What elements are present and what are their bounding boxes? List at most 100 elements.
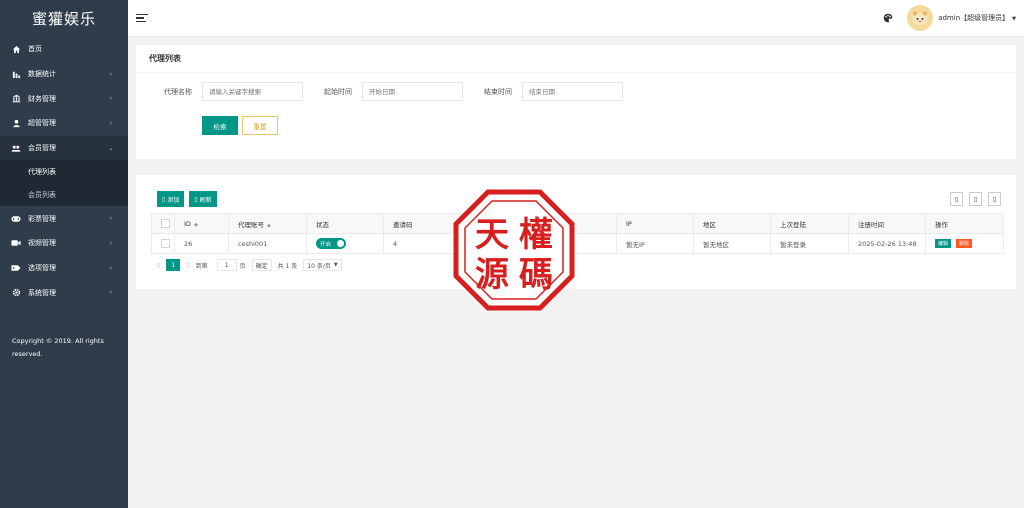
- refresh-button[interactable]: ▯ 刷新: [189, 191, 217, 207]
- sidebar-item-label: 视频管理: [28, 239, 56, 248]
- end-date-input[interactable]: [522, 82, 623, 101]
- prev-page-icon[interactable]: ▯: [157, 262, 160, 269]
- th-account[interactable]: 代理账号 ◆: [228, 213, 307, 234]
- cell-id: 26: [174, 233, 229, 254]
- bar-chart-icon: [11, 69, 21, 79]
- start-date-input[interactable]: [362, 82, 463, 101]
- cell-status: 开启: [306, 233, 384, 254]
- th-region: 地区: [693, 213, 771, 234]
- page-label: 页: [239, 262, 246, 270]
- header-right: admin【超级管理员】 ▼: [883, 5, 1016, 31]
- next-page-icon[interactable]: ▯: [186, 262, 189, 269]
- select-all-checkbox[interactable]: [161, 219, 170, 228]
- table-toolbar: ▯ 添加 ▯ 刷新: [157, 191, 222, 207]
- sort-icon[interactable]: ◆: [267, 223, 271, 229]
- sidebar-item-statistics[interactable]: 数据统计 ›: [0, 62, 128, 87]
- table-row: 26 ceshi001 开启 4 4 分组 暂无IP 暂无地区 暂未登录 202…: [151, 233, 1004, 254]
- sidebar: 蜜獾娱乐 首页 数据统计 › 财务管理 › 超管管理 › 会员管理 ⌄ 代理列表…: [0, 0, 128, 508]
- sidebar-item-members[interactable]: 会员管理 ⌄: [0, 135, 128, 161]
- sidebar-item-label: 系统管理: [28, 288, 56, 297]
- menu-toggle-icon[interactable]: [136, 13, 148, 23]
- delete-button[interactable]: 删除: [956, 239, 973, 248]
- seal-char: 源: [475, 255, 509, 295]
- sidebar-item-home[interactable]: 首页: [0, 37, 128, 62]
- users-icon: [11, 143, 21, 153]
- sidebar-item-label: 财务管理: [28, 94, 56, 103]
- table-tools: ▯ ▯ ▯: [944, 192, 1001, 206]
- chevron-down-icon: ▼: [333, 262, 338, 268]
- sidebar-item-label: 数据统计: [28, 70, 56, 79]
- cell-ip: 暂无IP: [616, 233, 694, 254]
- th-last-login: 上次登陆: [770, 213, 849, 234]
- row-checkbox[interactable]: [161, 239, 170, 248]
- brand-logo: 蜜獾娱乐: [31, 10, 96, 28]
- sidebar-item-label: 超管管理: [28, 119, 56, 128]
- seal-char: 天: [475, 215, 509, 255]
- th-reg-time: 注册时间: [848, 213, 926, 234]
- reset-button[interactable]: 重置: [242, 116, 278, 135]
- sidebar-item-finance[interactable]: 财务管理 ›: [0, 86, 128, 111]
- page-number-input[interactable]: 1: [216, 259, 237, 271]
- chevron-right-icon: ›: [109, 95, 113, 103]
- print-icon[interactable]: ▯: [988, 192, 1001, 206]
- copyright-text: Copyright © 2019. All rights reserved.: [12, 337, 104, 358]
- chevron-right-icon: ›: [109, 239, 113, 247]
- add-button-label: 添加: [167, 196, 180, 204]
- sidebar-item-video[interactable]: 视频管理 ›: [0, 231, 128, 256]
- seal-char: 碼: [519, 255, 553, 295]
- search-card: 代理列表 代理名称 起始时间 结束时间 检索 重置: [136, 45, 1016, 159]
- add-button[interactable]: ▯ 添加: [157, 191, 185, 207]
- chevron-right-icon: ›: [109, 264, 113, 272]
- goto-label: 到第: [195, 262, 208, 270]
- end-time-label: 结束时间: [484, 88, 512, 96]
- th-id-label: ID: [184, 219, 191, 228]
- status-toggle-label: 开启: [320, 241, 332, 248]
- palette-icon[interactable]: [883, 13, 893, 23]
- cell-reg-time: 2025-02-26 13:48: [848, 233, 926, 254]
- sidebar-item-system[interactable]: 系统管理 ›: [0, 281, 128, 306]
- user-menu[interactable]: admin【超级管理员】 ▼: [938, 13, 1016, 23]
- video-icon: [11, 238, 21, 248]
- agent-name-input[interactable]: [202, 82, 303, 101]
- chevron-right-icon: ›: [109, 70, 113, 78]
- caret-down-icon: ▼: [1012, 16, 1016, 22]
- edit-button[interactable]: 编辑: [935, 239, 952, 248]
- tag-icon: [11, 263, 21, 273]
- export-icon[interactable]: ▯: [969, 192, 982, 206]
- sidebar-item-options[interactable]: 选项管理 ›: [0, 256, 128, 281]
- table-card: ▯ 添加 ▯ 刷新 ▯ ▯ ▯ ID ◆ 代理账号 ◆ 状态 邀请码 IP 地区…: [136, 175, 1016, 289]
- seal-char: 權: [519, 215, 553, 255]
- sidebar-item-label: 选项管理: [28, 264, 56, 273]
- select-all-cell: [151, 213, 175, 234]
- submenu-item-agent-list[interactable]: 代理列表: [0, 160, 128, 183]
- sidebar-menu: 首页 数据统计 › 财务管理 › 超管管理 › 会员管理 ⌄: [0, 37, 128, 161]
- refresh-icon: ▯: [194, 195, 198, 203]
- agent-table: ID◆ 代理账号◆ 状态 邀请码 代理员 IP 地区 上次登陆 注册时间 操作 …: [151, 213, 1004, 254]
- th-id[interactable]: ID ◆: [174, 213, 229, 234]
- page-size-select[interactable]: 10 条/页 ▼: [303, 259, 342, 271]
- sidebar-menu-lower: 彩票管理 › 视频管理 › 选项管理 › 系统管理 ›: [0, 206, 128, 305]
- watermark-seal: 天 權 源 碼: [453, 189, 575, 311]
- toggle-knob: [337, 240, 344, 247]
- search-button[interactable]: 检索: [202, 116, 238, 135]
- top-header: admin【超级管理员】 ▼: [128, 0, 1024, 37]
- page-size-value: 10 条/页: [307, 262, 331, 270]
- sidebar-item-admin[interactable]: 超管管理 ›: [0, 111, 128, 136]
- submenu-item-member-list[interactable]: 会员列表: [0, 183, 128, 206]
- sidebar-item-label: 彩票管理: [28, 214, 56, 223]
- columns-filter-icon[interactable]: ▯: [950, 192, 963, 206]
- cell-last-login: 暂未登录: [770, 233, 849, 254]
- status-toggle[interactable]: 开启: [316, 238, 346, 249]
- th-ip: IP: [616, 213, 694, 234]
- sidebar-item-lottery[interactable]: 彩票管理 ›: [0, 206, 128, 231]
- th-account-label: 代理账号: [238, 220, 264, 229]
- home-icon: [11, 44, 21, 54]
- search-form: 代理名称 起始时间 结束时间: [136, 82, 1016, 102]
- sort-icon[interactable]: ◆: [194, 222, 198, 228]
- goto-confirm-button[interactable]: 确定: [251, 259, 272, 271]
- chevron-right-icon: ›: [109, 119, 113, 127]
- page-current[interactable]: 1: [166, 259, 181, 271]
- avatar[interactable]: [907, 5, 934, 31]
- pagination: ▯ 1 ▯ 到第 1 页 确定 共 1 条 10 条/页 ▼: [157, 259, 348, 271]
- total-count: 共 1 条: [277, 262, 298, 270]
